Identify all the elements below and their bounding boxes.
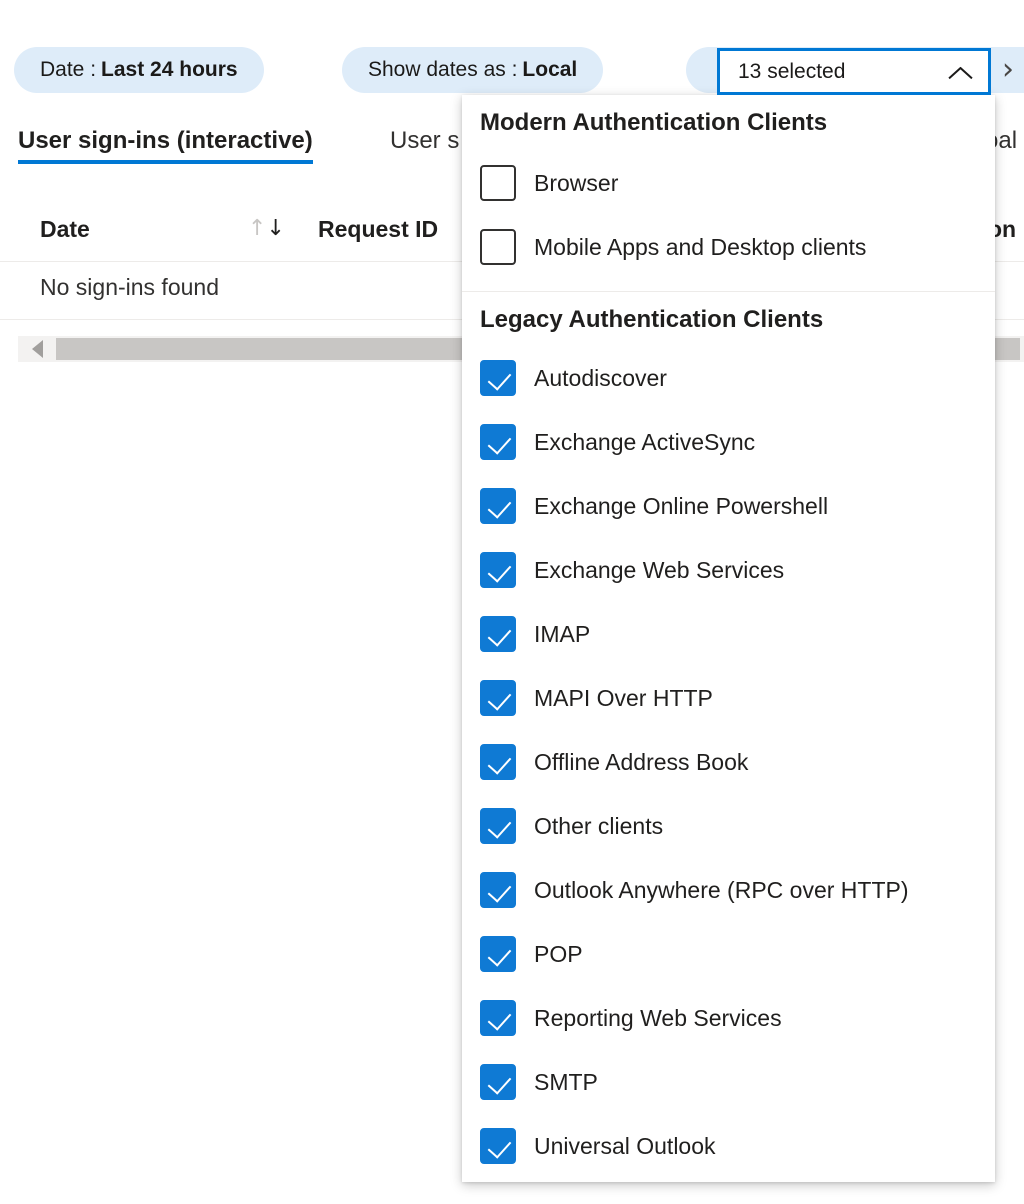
checkbox-exchange-web-services[interactable]	[480, 552, 516, 588]
dropdown-option-label: Outlook Anywhere (RPC over HTTP)	[534, 877, 909, 904]
dropdown-option-label: Offline Address Book	[534, 749, 748, 776]
dropdown-option-label: SMTP	[534, 1069, 598, 1096]
dropdown-option-pop[interactable]: POP	[462, 922, 995, 986]
checkbox-browser[interactable]	[480, 165, 516, 201]
dropdown-option-label: IMAP	[534, 621, 590, 648]
filter-bar: Date : Last 24 hours Show dates as : Loc…	[0, 0, 1024, 110]
column-header-date[interactable]: Date	[40, 216, 90, 243]
tab-user-sign-ins-non-interactive[interactable]: User s	[390, 112, 459, 170]
dropdown-option-outlook-anywhere[interactable]: Outlook Anywhere (RPC over HTTP)	[462, 858, 995, 922]
column-header-request-id[interactable]: Request ID	[318, 216, 438, 243]
dropdown-option-label: MAPI Over HTTP	[534, 685, 713, 712]
sort-ascending-icon: ↑	[248, 216, 266, 241]
dropdown-option-exchange-online-powershell[interactable]: Exchange Online Powershell	[462, 474, 995, 538]
dropdown-option-imap[interactable]: IMAP	[462, 602, 995, 666]
filter-pill-date-label: Date :	[40, 58, 96, 82]
dropdown-option-label: Autodiscover	[534, 365, 667, 392]
scroll-left-arrow-icon[interactable]	[18, 336, 56, 362]
checkbox-reporting-web-services[interactable]	[480, 1000, 516, 1036]
dropdown-option-universal-outlook[interactable]: Universal Outlook	[462, 1114, 995, 1178]
filter-pill-date[interactable]: Date : Last 24 hours	[14, 47, 264, 93]
sort-descending-icon: ↓	[266, 216, 284, 241]
dropdown-option-smtp[interactable]: SMTP	[462, 1050, 995, 1114]
filter-pill-show-dates-as-label: Show dates as :	[368, 58, 517, 82]
sort-indicator-date[interactable]: ↑↓	[248, 216, 292, 246]
tab-label: User sign-ins (interactive)	[18, 127, 313, 154]
filter-pill-show-dates-as-value: Local	[522, 58, 577, 82]
client-app-combobox[interactable]: 13 selected	[717, 48, 991, 95]
checkbox-pop[interactable]	[480, 936, 516, 972]
chevron-right-icon[interactable]: ›	[1002, 55, 1024, 85]
tab-user-sign-ins-interactive[interactable]: User sign-ins (interactive)	[18, 112, 313, 170]
dropdown-option-label: Mobile Apps and Desktop clients	[534, 234, 866, 261]
checkbox-exchange-activesync[interactable]	[480, 424, 516, 460]
client-app-combobox-value: 13 selected	[738, 60, 948, 84]
chevron-up-icon	[948, 62, 976, 82]
dropdown-option-label: Exchange ActiveSync	[534, 429, 755, 456]
empty-state-message: No sign-ins found	[40, 274, 219, 301]
dropdown-option-autodiscover[interactable]: Autodiscover	[462, 346, 995, 410]
filter-pill-date-value: Last 24 hours	[101, 58, 238, 82]
dropdown-option-label: Reporting Web Services	[534, 1005, 782, 1032]
checkbox-smtp[interactable]	[480, 1064, 516, 1100]
checkbox-exchange-online-powershell[interactable]	[480, 488, 516, 524]
client-app-dropdown-panel: Modern Authentication Clients Browser Mo…	[462, 95, 995, 1182]
dropdown-option-exchange-activesync[interactable]: Exchange ActiveSync	[462, 410, 995, 474]
filter-pill-show-dates-as[interactable]: Show dates as : Local	[342, 47, 603, 93]
checkbox-offline-address-book[interactable]	[480, 744, 516, 780]
checkbox-outlook-anywhere[interactable]	[480, 872, 516, 908]
checkbox-mobile-apps-and-desktop-clients[interactable]	[480, 229, 516, 265]
dropdown-option-label: Exchange Online Powershell	[534, 493, 828, 520]
dropdown-option-label: Universal Outlook	[534, 1133, 716, 1160]
dropdown-option-label: Other clients	[534, 813, 663, 840]
dropdown-option-label: Browser	[534, 170, 618, 197]
checkbox-imap[interactable]	[480, 616, 516, 652]
dropdown-option-mobile-apps-and-desktop-clients[interactable]: Mobile Apps and Desktop clients	[462, 215, 995, 279]
dropdown-group-header-legacy: Legacy Authentication Clients	[462, 306, 995, 334]
dropdown-option-other-clients[interactable]: Other clients	[462, 794, 995, 858]
dropdown-option-browser[interactable]: Browser	[462, 151, 995, 215]
dropdown-option-label: POP	[534, 941, 583, 968]
tab-label: User s	[390, 127, 459, 154]
checkbox-autodiscover[interactable]	[480, 360, 516, 396]
tab-active-underline	[18, 160, 313, 164]
dropdown-option-offline-address-book[interactable]: Offline Address Book	[462, 730, 995, 794]
checkbox-other-clients[interactable]	[480, 808, 516, 844]
checkbox-mapi-over-http[interactable]	[480, 680, 516, 716]
sign-in-logs-page: Date : Last 24 hours Show dates as : Loc…	[0, 0, 1024, 1204]
checkbox-universal-outlook[interactable]	[480, 1128, 516, 1164]
dropdown-option-mapi-over-http[interactable]: MAPI Over HTTP	[462, 666, 995, 730]
dropdown-option-exchange-web-services[interactable]: Exchange Web Services	[462, 538, 995, 602]
dropdown-option-label: Exchange Web Services	[534, 557, 784, 584]
dropdown-group-header-modern: Modern Authentication Clients	[462, 109, 995, 137]
dropdown-option-reporting-web-services[interactable]: Reporting Web Services	[462, 986, 995, 1050]
